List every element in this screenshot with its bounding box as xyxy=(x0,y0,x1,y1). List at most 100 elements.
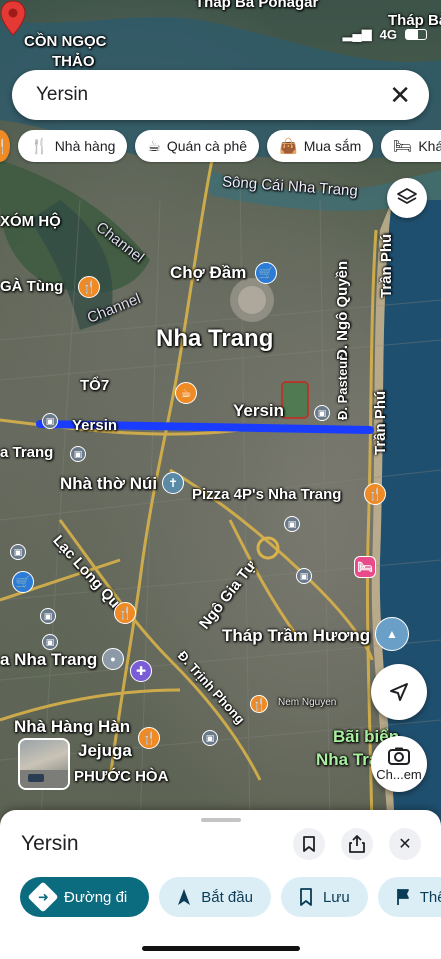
coffee-icon: ☕ xyxy=(147,138,161,155)
label-nem-nguyen[interactable]: Nem Nguyen xyxy=(278,697,336,708)
chip-shopping[interactable]: 👜 Mua sắm xyxy=(267,130,374,162)
maps-screen: Tháp Bà Ponagar Tháp Bà CỒN NGỌC THẢO Sô… xyxy=(0,0,441,959)
save-button[interactable] xyxy=(293,828,325,860)
signal-icon: ▂▄▆ xyxy=(342,26,372,41)
label-phuoc-hoa: PHƯỚC HÒA xyxy=(74,768,169,785)
label-thap-ba-ponagar[interactable]: Tháp Bà Ponagar xyxy=(195,0,318,11)
bus-stop-icon[interactable]: ▣ xyxy=(202,730,218,746)
street-view-car xyxy=(28,774,44,782)
label-to-7: TỔ7 xyxy=(80,377,110,394)
chip-hotels[interactable]: 🛏 Khách xyxy=(381,130,441,162)
label-tran-phu-top: Trần Phú xyxy=(378,233,395,298)
bus-stop-icon[interactable]: ▣ xyxy=(70,446,86,462)
restaurant-pin-icon[interactable]: 🍴 xyxy=(250,695,268,713)
category-chips: 🍴 🍴 Nhà hàng ☕ Quán cà phê 👜 Mua sắm 🛏 K… xyxy=(0,130,441,164)
chip-label: Khách xyxy=(418,138,441,154)
restaurant-pin-icon[interactable]: 🍴 xyxy=(114,602,136,624)
bus-stop-icon[interactable]: ▣ xyxy=(296,568,312,584)
search-query[interactable]: Yersin xyxy=(36,84,389,106)
label-a-nha-trang: a Nha Trang xyxy=(0,650,98,669)
action-buttons: ➜ Đường đi Bắt đầu Lưu Thêm xyxy=(20,877,441,917)
shopping-pin-icon[interactable]: 🛒 xyxy=(255,262,277,284)
street-view-thumbnail[interactable] xyxy=(18,738,70,790)
status-bar: ▂▄▆ 4G xyxy=(342,26,427,42)
layers-icon xyxy=(397,188,417,204)
network-label: 4G xyxy=(379,26,397,42)
close-button[interactable]: ✕ xyxy=(389,828,421,860)
bus-stop-icon[interactable]: ▣ xyxy=(10,544,26,560)
partial-chip[interactable]: 🍴 xyxy=(0,130,10,162)
label-pizza-4ps[interactable]: Pizza 4P's Nha Trang xyxy=(192,486,341,503)
layers-button[interactable] xyxy=(387,178,427,218)
bus-stop-icon[interactable]: ▣ xyxy=(42,413,58,429)
cafe-pin-icon[interactable]: ☕ xyxy=(175,382,197,404)
restaurant-pin-icon[interactable]: 🍴 xyxy=(364,483,386,505)
save-label: Lưu xyxy=(322,888,350,906)
directions-button[interactable]: ➜ Đường đi xyxy=(20,877,150,917)
bus-stop-icon[interactable]: ▣ xyxy=(42,634,58,650)
lens-button[interactable]: Ch...em xyxy=(371,736,427,792)
label-cho-dam[interactable]: Chợ Đầm xyxy=(170,263,246,283)
hotel-pin-icon[interactable]: 🛏 xyxy=(354,556,376,578)
more-label: Thêm xyxy=(419,888,441,906)
place-title: Yersin xyxy=(21,832,79,855)
my-location-button[interactable] xyxy=(371,664,427,720)
place-bottom-sheet: Yersin ✕ ➜ Đường đi Bắt đầu Lưu Th xyxy=(0,810,441,959)
label-jejuga[interactable]: Jejuga xyxy=(78,741,132,761)
label-bai-bien-2[interactable]: Nha Tra xyxy=(316,750,378,770)
label-ngo-quyen: Đ. Ngô Quyền xyxy=(334,260,351,360)
label-thao: THẢO xyxy=(52,53,95,70)
shopping-bag-icon: 👜 xyxy=(279,138,298,155)
label-nha-trang: Nha Trang xyxy=(156,325,274,352)
home-indicator xyxy=(142,946,300,951)
label-nha-tho-nui[interactable]: Nhà thờ Núi xyxy=(60,474,157,494)
bed-icon: 🛏 xyxy=(393,138,413,155)
camera-icon xyxy=(388,747,410,765)
chip-restaurants[interactable]: 🍴 Nhà hàng xyxy=(18,130,128,162)
label-yersin-pin[interactable]: Yersin xyxy=(233,401,284,421)
label-nha-hang-han[interactable]: Nhà Hàng Hàn xyxy=(14,717,130,737)
bus-stop-icon[interactable]: ▣ xyxy=(40,608,56,624)
label-yersin-street: Yersin xyxy=(72,417,118,434)
bus-stop-icon[interactable]: ▣ xyxy=(314,405,330,421)
restaurant-pin-icon[interactable]: 🍴 xyxy=(78,276,100,298)
chip-label: Quán cà phê xyxy=(166,138,248,154)
sheet-grabber[interactable] xyxy=(201,818,241,822)
clear-search-icon[interactable]: ✕ xyxy=(389,82,411,108)
label-pasteur: Đ. Pasteur xyxy=(335,355,350,420)
share-icon xyxy=(349,835,365,853)
share-button[interactable] xyxy=(341,828,373,860)
hospital-pin-icon[interactable]: ✚ xyxy=(130,660,152,682)
shopping-pin-icon[interactable]: 🛒 xyxy=(12,571,34,593)
start-button[interactable]: Bắt đầu xyxy=(159,877,271,917)
label-ga-tung[interactable]: GÀ Tùng xyxy=(0,278,63,295)
location-pin-icon[interactable] xyxy=(0,0,26,36)
lens-label: Ch...em xyxy=(376,766,422,782)
church-pin-icon[interactable]: ✝ xyxy=(162,472,184,494)
label-tran-phu-mid: Trần Phú xyxy=(372,390,389,455)
navigation-arrow-icon xyxy=(390,683,408,701)
place-pin-icon[interactable]: ● xyxy=(102,648,124,670)
save-place-button[interactable]: Lưu xyxy=(280,877,368,917)
label-xom-ho: XÓM HỘ xyxy=(0,213,61,230)
more-button[interactable]: Thêm xyxy=(377,877,441,917)
battery-icon xyxy=(405,28,427,40)
chip-cafes[interactable]: ☕ Quán cà phê xyxy=(135,130,260,162)
bus-stop-icon[interactable]: ▣ xyxy=(284,516,300,532)
bookmark-icon xyxy=(300,888,312,906)
directions-label: Đường đi xyxy=(64,888,128,906)
close-icon: ✕ xyxy=(398,836,412,853)
fork-knife-icon: 🍴 xyxy=(30,138,49,155)
bookmark-icon xyxy=(303,836,315,852)
chip-label: Mua sắm xyxy=(303,138,362,154)
tower-photo-pin-icon[interactable]: ▲ xyxy=(375,617,409,651)
navigation-arrow-icon xyxy=(178,889,191,905)
label-trang-left: a Trang xyxy=(0,444,54,461)
search-bar[interactable]: Yersin ✕ xyxy=(12,70,429,120)
flag-icon xyxy=(396,889,409,905)
directions-icon: ➜ xyxy=(27,881,59,913)
label-thap-tram-huong[interactable]: Tháp Trầm Hương xyxy=(222,626,370,646)
restaurant-pin-icon[interactable]: 🍴 xyxy=(138,727,160,749)
chip-label: Nhà hàng xyxy=(54,138,116,154)
start-label: Bắt đầu xyxy=(201,888,253,906)
